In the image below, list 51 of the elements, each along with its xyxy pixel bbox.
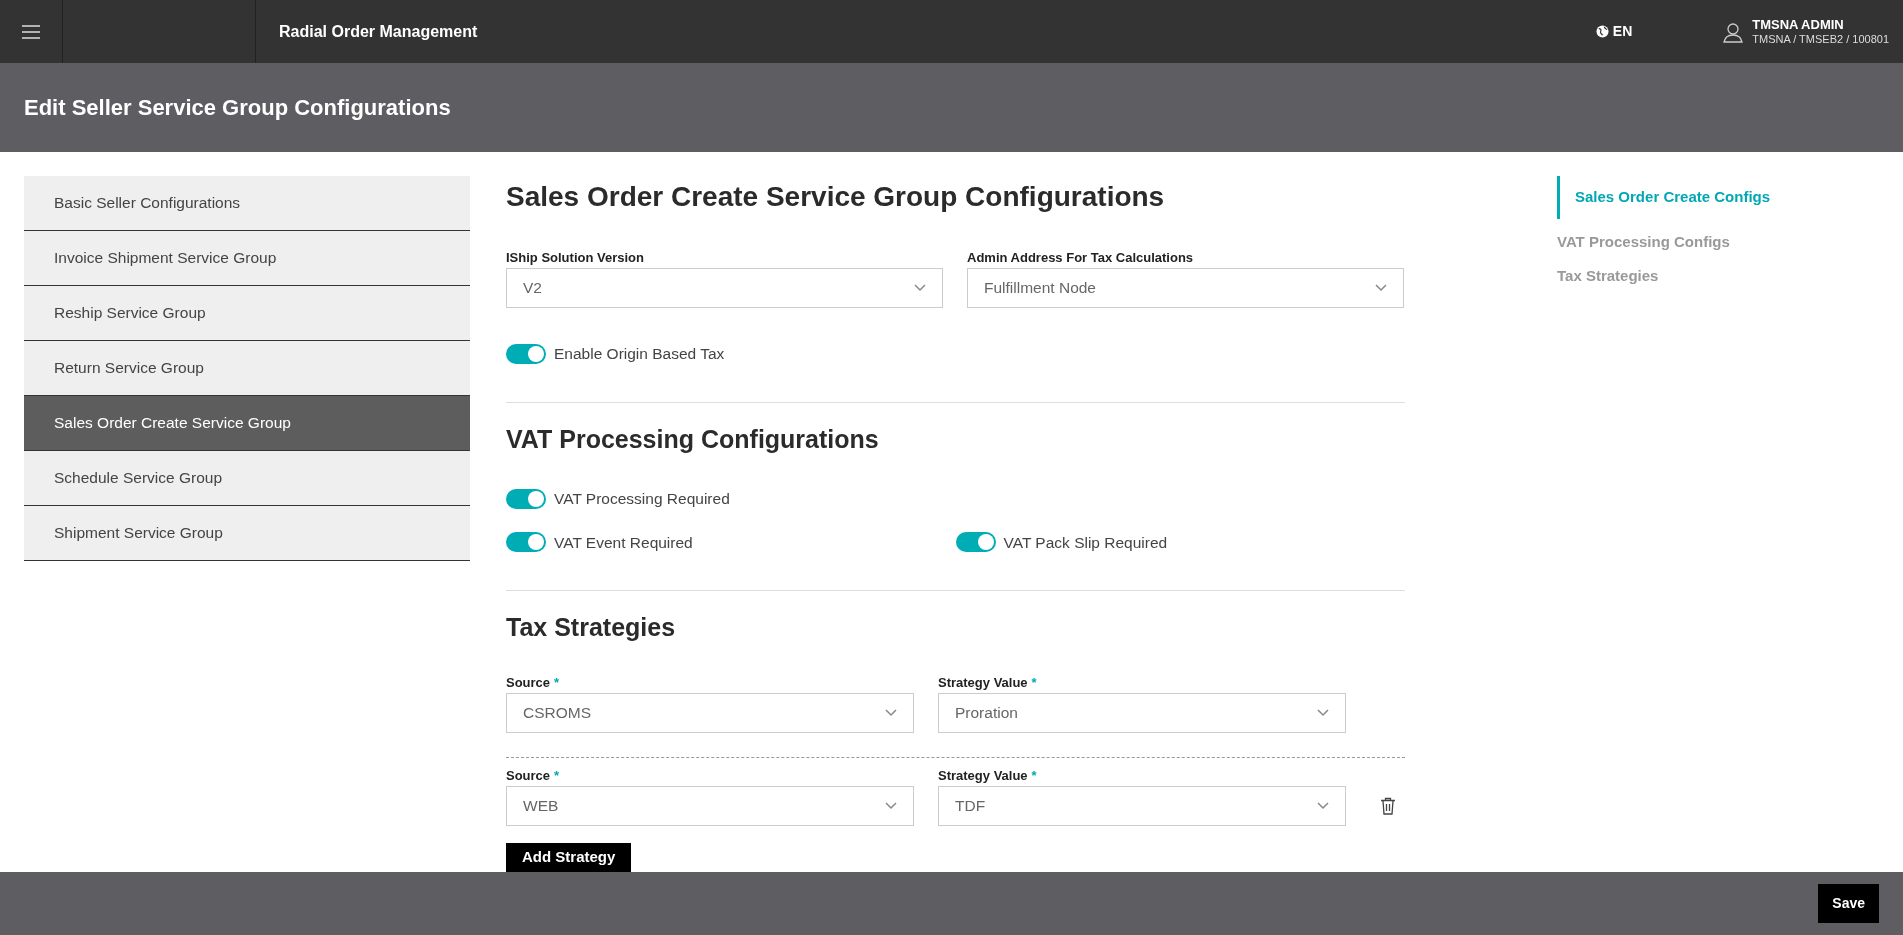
sidebar-item[interactable]: Reship Service Group — [24, 286, 470, 341]
chevron-down-icon — [885, 801, 897, 810]
chevron-down-icon — [914, 284, 926, 292]
toggle-label: VAT Processing Required — [554, 489, 730, 510]
sidebar-item[interactable]: Schedule Service Group — [24, 451, 470, 506]
sidebar-item[interactable]: Sales Order Create Service Group — [24, 396, 470, 451]
chevron-down-icon — [1317, 801, 1329, 810]
sidebar-item[interactable]: Invoice Shipment Service Group — [24, 231, 470, 286]
trash-icon[interactable] — [1380, 796, 1396, 815]
page-title: Edit Seller Service Group Configurations — [24, 94, 451, 122]
required-mark: * — [1031, 673, 1037, 690]
user-name: TMSNA ADMIN — [1752, 16, 1845, 33]
section-heading: Sales Order Create Service Group Configurations — [506, 180, 1166, 214]
field-label: Strategy Value — [938, 673, 1028, 690]
user-context: TMSNA / TMSEB2 / 100801 — [1752, 32, 1889, 47]
toggle-label: Enable Origin Based Tax — [554, 344, 725, 364]
sidebar-item[interactable]: Shipment Service Group — [24, 506, 470, 561]
globe-icon — [1595, 25, 1609, 38]
required-mark: * — [554, 766, 560, 783]
select-field[interactable]: CSROMS — [506, 692, 914, 733]
required-mark: * — [554, 673, 560, 690]
toggle-label: VAT Event Required — [554, 532, 693, 553]
user-icon[interactable] — [1722, 20, 1745, 43]
select-field[interactable]: WEB — [506, 785, 914, 826]
chevron-down-icon — [885, 708, 897, 717]
sidebar-item[interactable]: Basic Seller Configurations — [24, 176, 470, 231]
required-mark: * — [1031, 766, 1037, 783]
add-strategy-button[interactable]: Add Strategy — [506, 842, 632, 872]
toggle-switch[interactable] — [955, 532, 996, 553]
field-label: IShip Solution Version — [506, 249, 644, 265]
field-label: Source — [506, 766, 551, 783]
toggle-switch[interactable] — [506, 488, 546, 509]
select-field[interactable]: Fulfillment Node — [967, 268, 1404, 308]
chevron-down-icon — [1375, 284, 1387, 292]
field-label: Admin Address For Tax Calculations — [967, 249, 1194, 265]
app-title: Radial Order Management — [279, 21, 478, 42]
section-heading: Tax Strategies — [506, 611, 677, 643]
select-field[interactable]: V2 — [506, 268, 943, 308]
select-field[interactable]: Proration — [938, 692, 1346, 733]
section-heading: VAT Processing Configurations — [506, 424, 880, 456]
language-button[interactable]: EN — [1595, 21, 1633, 42]
field-label: Source — [506, 673, 551, 690]
field-label: Strategy Value — [938, 766, 1028, 783]
sidebar-item[interactable]: Return Service Group — [24, 341, 470, 396]
save-button[interactable]: Save — [1818, 884, 1879, 923]
toggle-label: VAT Pack Slip Required — [1003, 532, 1168, 553]
toggle-switch[interactable] — [506, 343, 546, 364]
toggle-switch[interactable] — [506, 532, 546, 553]
chevron-down-icon — [1317, 708, 1329, 717]
menu-icon — [22, 24, 40, 39]
select-field[interactable]: TDF — [938, 785, 1346, 826]
